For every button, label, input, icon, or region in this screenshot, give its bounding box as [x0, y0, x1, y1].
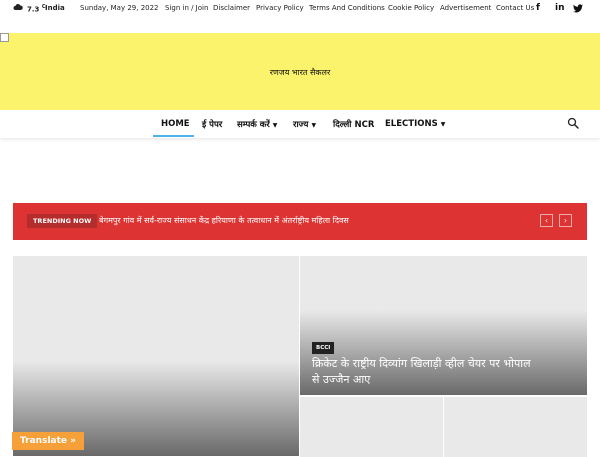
terms-link[interactable]: Terms And Conditions [309, 4, 385, 12]
active-nav-underline [153, 135, 194, 137]
nav-delhi-ncr[interactable]: दिल्ली NCR [333, 119, 374, 130]
featured-card-small[interactable] [444, 397, 587, 457]
sign-in-link[interactable]: Sign in / Join [165, 4, 208, 12]
featured-card-small[interactable] [300, 397, 443, 457]
advertisement-link[interactable]: Advertisement [440, 4, 491, 12]
cloud-icon [13, 3, 23, 10]
privacy-policy-link[interactable]: Privacy Policy [256, 4, 304, 12]
trending-headline[interactable]: बेगमपुर गांव में सर्व-राज्य संसाधन केंद्… [99, 215, 349, 226]
featured-card-large[interactable] [13, 256, 299, 456]
twitter-icon[interactable] [573, 4, 583, 13]
nav-contact[interactable]: सम्पर्क करें ▼ [237, 119, 277, 130]
nav-elections[interactable]: ELECTIONS ▼ [385, 119, 445, 129]
trending-bar: TRENDING NOW बेगमपुर गांव में सर्व-राज्य… [13, 203, 587, 240]
main-nav: HOME ई पेपर सम्पर्क करें ▼ राज्य ▼ दिल्ली … [0, 110, 600, 138]
linkedin-icon[interactable]: in [555, 3, 565, 13]
location: India [45, 4, 65, 12]
featured-card-bcci[interactable]: BCCI क्रिकेट के राष्ट्रीय दिव्यांग खिलाड… [300, 256, 587, 395]
search-icon[interactable] [567, 117, 579, 129]
facebook-icon[interactable]: f [536, 3, 540, 13]
current-date: Sunday, May 29, 2022 [80, 4, 159, 12]
site-title[interactable]: रणजय भारत सैकलर [0, 67, 600, 78]
nav-epaper[interactable]: ई पेपर [202, 119, 222, 130]
header-banner: रणजय भारत सैकलर [0, 33, 600, 110]
broken-image-icon [0, 33, 9, 42]
top-bar: 7.3 C India Sunday, May 29, 2022 Sign in… [0, 0, 600, 17]
trending-next-button[interactable]: › [559, 214, 572, 227]
nav-states[interactable]: राज्य ▼ [293, 119, 316, 130]
featured-title[interactable]: क्रिकेट के राष्ट्रीय दिव्यांग खिलाड़ी व्… [312, 356, 532, 388]
disclaimer-link[interactable]: Disclaimer [213, 4, 250, 12]
cookie-policy-link[interactable]: Cookie Policy [388, 4, 434, 12]
chevron-down-icon: ▼ [440, 121, 446, 128]
chevron-down-icon: ▼ [272, 122, 278, 129]
nav-home[interactable]: HOME [161, 119, 190, 129]
trending-badge: TRENDING NOW [27, 214, 98, 228]
temperature: 7.3 C [27, 4, 46, 14]
contact-us-link[interactable]: Contact Us [496, 4, 534, 12]
category-badge[interactable]: BCCI [312, 342, 335, 354]
chevron-down-icon: ▼ [311, 122, 317, 129]
translate-button[interactable]: Translate » [12, 432, 84, 450]
trending-prev-button[interactable]: ‹ [540, 214, 553, 227]
